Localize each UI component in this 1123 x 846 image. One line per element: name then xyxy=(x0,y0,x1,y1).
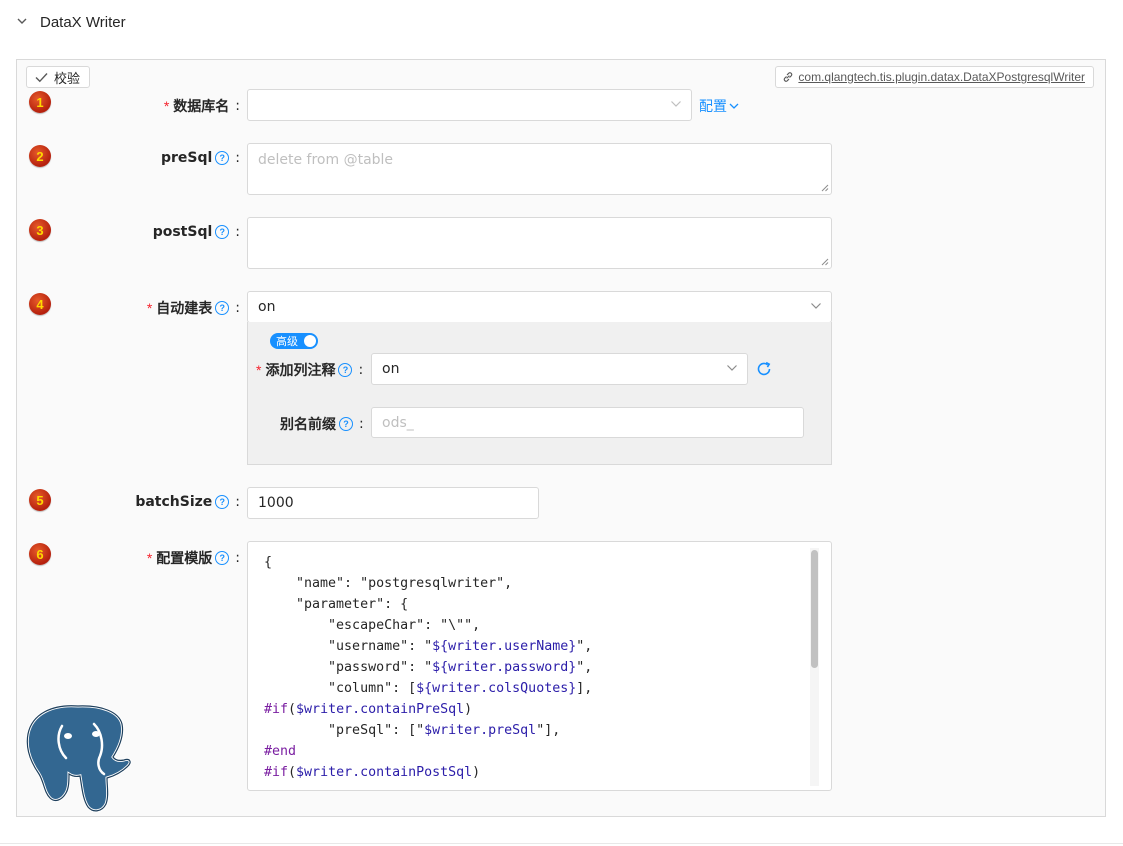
resize-handle-icon[interactable] xyxy=(821,184,829,192)
help-icon[interactable]: ? xyxy=(215,551,230,565)
code-line: "username": "${writer.userName}", xyxy=(264,639,593,654)
code-line: "parameter": { xyxy=(264,597,409,612)
help-icon[interactable]: ? xyxy=(215,151,230,165)
field-label-alias-prefix: 别名前缀 ? : xyxy=(280,416,364,433)
link-icon xyxy=(784,72,793,82)
help-icon[interactable]: ? xyxy=(338,363,353,377)
code-line: "preSql": ["$writer.preSql"], xyxy=(264,723,561,738)
postgresql-elephant-logo xyxy=(25,704,132,813)
field-label-batchsize: batchSize ? : xyxy=(135,494,240,510)
code-line: "name": "postgresqlwriter", xyxy=(264,576,513,591)
check-icon xyxy=(35,72,48,82)
help-icon[interactable]: ? xyxy=(215,301,230,315)
dbname-select[interactable] xyxy=(247,89,692,121)
field-label-presql: preSql ? : xyxy=(160,150,240,166)
panel-header[interactable]: DataX Writer xyxy=(0,0,1123,46)
field-label-postsql: postSql ? : xyxy=(152,224,240,240)
code-line: "password": "${writer.password}", xyxy=(264,660,593,675)
autocreate-select[interactable]: on xyxy=(247,291,832,323)
refresh-icon[interactable] xyxy=(756,361,772,377)
add-comment-select[interactable]: on xyxy=(371,353,748,385)
code-line: #if($writer.containPostSql) xyxy=(264,765,481,780)
code-line: #if($writer.containPreSql) xyxy=(264,702,473,717)
postsql-textarea[interactable] xyxy=(247,217,832,269)
field-number-badge: 6 xyxy=(29,543,51,565)
presql-textarea[interactable]: delete from @table xyxy=(247,143,832,195)
resize-handle-icon[interactable] xyxy=(821,258,829,266)
code-line: { xyxy=(264,555,273,570)
template-code-editor[interactable]: { "name": "postgresqlwriter", "parameter… xyxy=(247,541,832,791)
field-label-template: * 配置模版 ? : xyxy=(146,550,240,567)
plugin-name: com.qlangtech.tis.plugin.datax.DataXPost… xyxy=(798,70,1085,84)
field-label-dbname: * 数据库名 : xyxy=(163,98,240,115)
field-number-badge: 4 xyxy=(29,293,51,315)
plugin-link[interactable]: com.qlangtech.tis.plugin.datax.DataXPost… xyxy=(775,66,1094,88)
chevron-down-icon xyxy=(811,303,821,309)
batchsize-input[interactable]: 1000 xyxy=(247,487,539,519)
dbname-config-link[interactable]: 配置 xyxy=(699,96,739,116)
chevron-down-icon xyxy=(729,103,739,109)
field-number-badge: 1 xyxy=(29,91,51,113)
advanced-toggle[interactable]: 高级 xyxy=(270,333,318,349)
field-number-badge: 2 xyxy=(29,145,51,167)
field-label-add-comment: * 添加列注释 ? : xyxy=(256,362,364,379)
toggle-knob xyxy=(304,335,316,347)
check-button-label: 校验 xyxy=(54,71,81,87)
field-number-badge: 3 xyxy=(29,219,51,241)
advanced-options-panel xyxy=(247,322,832,465)
check-button[interactable]: 校验 xyxy=(26,66,90,88)
panel-bottom-divider xyxy=(0,843,1123,844)
chevron-down-icon[interactable] xyxy=(16,15,28,27)
help-icon[interactable]: ? xyxy=(339,417,353,431)
alias-prefix-input[interactable]: ods_ xyxy=(371,407,804,438)
field-label-autocreate: * 自动建表 ? : xyxy=(146,300,240,317)
chevron-down-icon xyxy=(671,101,681,107)
code-line: #end xyxy=(264,744,297,759)
code-scrollbar[interactable] xyxy=(810,548,819,786)
help-icon[interactable]: ? xyxy=(215,225,230,239)
code-line: "column": [${writer.colsQuotes}], xyxy=(264,681,593,696)
panel-title: DataX Writer xyxy=(40,14,126,31)
help-icon[interactable]: ? xyxy=(215,495,230,509)
chevron-down-icon xyxy=(727,365,737,371)
code-scrollbar-thumb[interactable] xyxy=(811,550,818,668)
code-line: "escapeChar": "\"", xyxy=(264,618,481,633)
template-code: { "name": "postgresqlwriter", "parameter… xyxy=(248,542,831,783)
field-number-badge: 5 xyxy=(29,489,51,511)
